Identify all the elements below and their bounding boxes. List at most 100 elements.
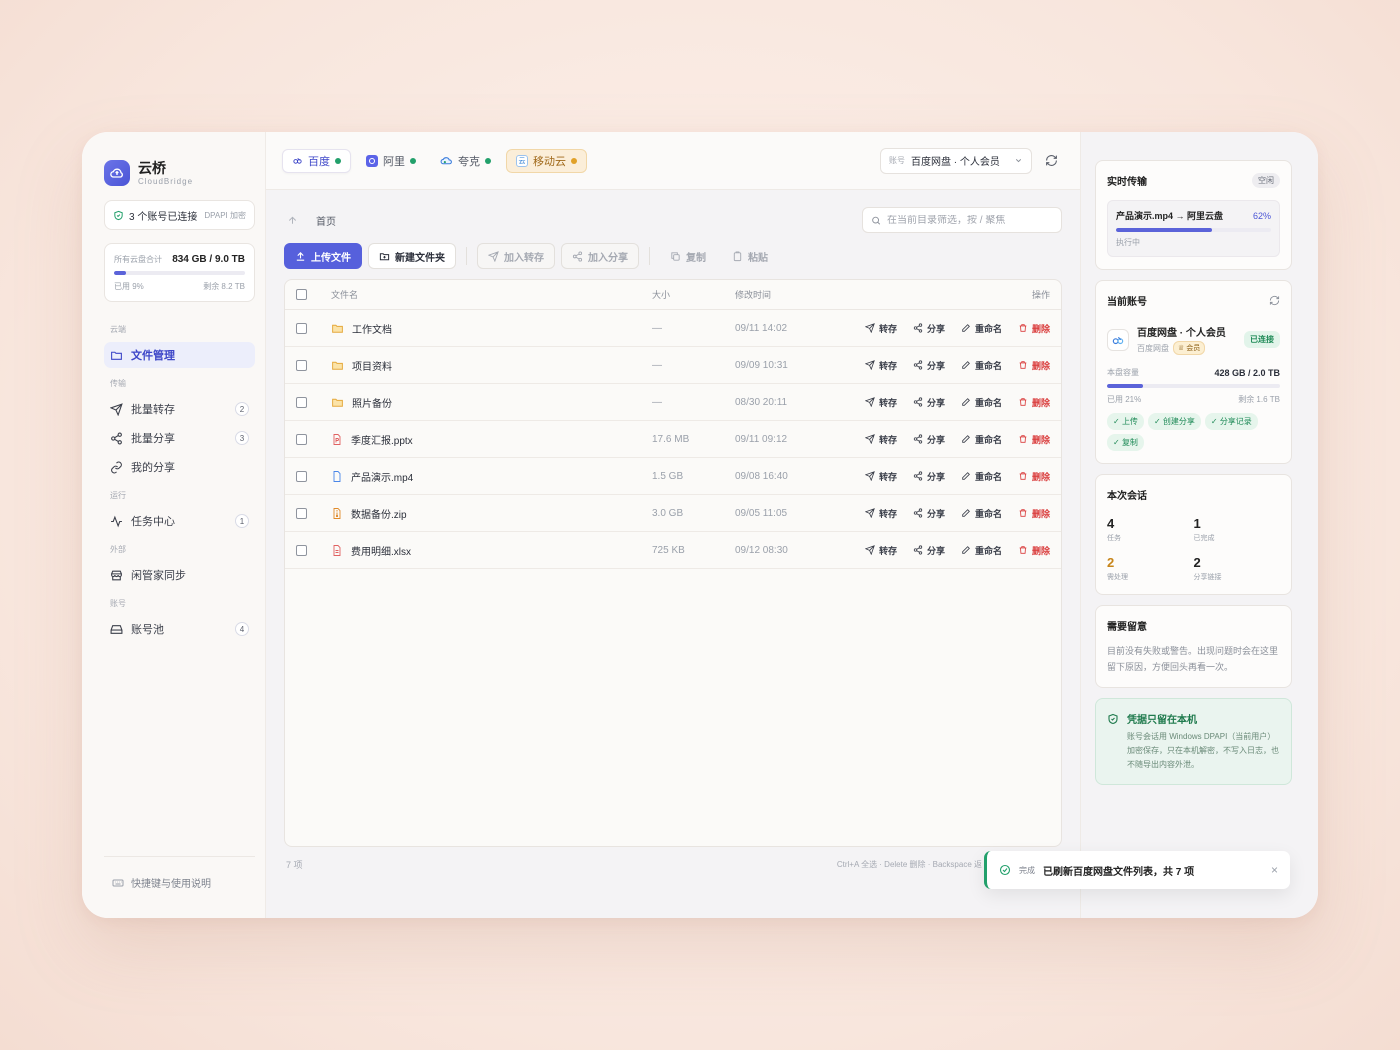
share-button[interactable]: 分享: [913, 544, 945, 557]
save-button[interactable]: 转存: [864, 396, 897, 409]
connection-status: 3 个账号已连接 DPAPI 加密: [104, 200, 255, 230]
table-row[interactable]: 费用明细.xlsx 725 KB 09/12 08:30 转存 分享 重命名 删除: [285, 532, 1061, 569]
header-ops: 操作: [1031, 290, 1050, 300]
account-select[interactable]: 账号 百度网盘 · 个人会员: [880, 147, 1032, 174]
delete-button[interactable]: 删除: [1018, 544, 1050, 557]
up-directory-button[interactable]: [284, 215, 300, 226]
file-name[interactable]: 项目资料: [352, 358, 392, 373]
file-name[interactable]: 工作文档: [352, 321, 392, 336]
share-button[interactable]: 分享: [913, 322, 945, 335]
share-button[interactable]: 分享: [913, 470, 945, 483]
shortcuts-help-link[interactable]: 快捷键与使用说明: [104, 856, 255, 890]
aliyun-icon: [366, 154, 378, 167]
save-button[interactable]: 转存: [864, 359, 897, 372]
save-label: 转存: [878, 471, 897, 482]
select-all-checkbox[interactable]: [296, 289, 307, 300]
capability-chip: ✓ 创建分享: [1147, 413, 1201, 430]
paste-button[interactable]: 粘贴: [722, 243, 778, 269]
transfer-state: 执行中: [1116, 238, 1140, 247]
share-label: 分享: [926, 360, 945, 371]
encryption-tag: DPAPI 加密: [204, 210, 246, 220]
capability-chips: ✓ 上传 ✓ 创建分享 ✓ 分享记录 ✓ 复制: [1107, 413, 1280, 451]
save-button[interactable]: 转存: [864, 433, 897, 446]
nav-item-xianguanjia-sync[interactable]: 闲管家同步: [104, 562, 255, 588]
storage-remain: 剩余 8.2 TB: [203, 282, 245, 291]
row-checkbox[interactable]: [296, 359, 307, 371]
rename-button[interactable]: 重命名: [961, 507, 1002, 520]
save-button[interactable]: 转存: [864, 470, 897, 483]
tab-baidu[interactable]: 百度: [282, 148, 351, 173]
table-row[interactable]: 季度汇报.pptx 17.6 MB 09/11 09:12 转存 分享 重命名 删除: [285, 421, 1061, 458]
header-size[interactable]: 大小: [652, 288, 735, 301]
nav-item-batch-save[interactable]: 批量转存 2: [104, 396, 255, 422]
add-to-share-button[interactable]: 加入分享: [561, 243, 639, 269]
file-name[interactable]: 数据备份.zip: [351, 506, 407, 521]
nav-item-file-management[interactable]: 文件管理: [104, 342, 255, 368]
tab-label: 移动云: [533, 155, 566, 168]
row-checkbox[interactable]: [296, 322, 307, 334]
nav-item-task-center[interactable]: 任务中心 1: [104, 508, 255, 534]
file-name[interactable]: 产品演示.mp4: [351, 469, 413, 484]
save-button[interactable]: 转存: [864, 507, 897, 520]
session-title: 本次会话: [1107, 491, 1147, 502]
save-label: 转存: [878, 397, 897, 408]
share-button[interactable]: 分享: [913, 359, 945, 372]
new-folder-button[interactable]: 新建文件夹: [368, 243, 456, 269]
folder-icon: [331, 359, 344, 372]
rename-button[interactable]: 重命名: [961, 433, 1002, 446]
delete-icon: [1018, 434, 1028, 444]
search-input[interactable]: [887, 214, 1053, 226]
header-name[interactable]: 文件名: [331, 288, 652, 301]
row-checkbox[interactable]: [296, 507, 307, 519]
add-to-save-button[interactable]: 加入转存: [477, 243, 555, 269]
row-checkbox[interactable]: [296, 470, 307, 482]
toast-close-button[interactable]: ×: [1271, 863, 1278, 877]
table-row[interactable]: 数据备份.zip 3.0 GB 09/05 11:05 转存 分享 重命名 删除: [285, 495, 1061, 532]
nav-item-batch-share[interactable]: 批量分享 3: [104, 425, 255, 451]
tab-aliyun[interactable]: 阿里: [357, 149, 425, 173]
rename-button[interactable]: 重命名: [961, 470, 1002, 483]
delete-button[interactable]: 删除: [1018, 322, 1050, 335]
table-row[interactable]: 项目资料 — 09/09 10:31 转存 分享 重命名 删除: [285, 347, 1061, 384]
share-button[interactable]: 分享: [913, 396, 945, 409]
delete-button[interactable]: 删除: [1018, 470, 1050, 483]
share-button[interactable]: 分享: [913, 433, 945, 446]
save-button[interactable]: 转存: [864, 544, 897, 557]
row-checkbox[interactable]: [296, 396, 307, 408]
copy-button[interactable]: 复制: [660, 243, 716, 269]
nav-item-my-share[interactable]: 我的分享: [104, 454, 255, 480]
row-checkbox[interactable]: [296, 433, 307, 445]
share-button[interactable]: 分享: [913, 507, 945, 520]
table-body: 工作文档 —09/11 14:02 转存 分享 重命名 删除 项目资料 —09/09 10:3…: [285, 310, 1061, 569]
save-label: 转存: [878, 545, 897, 556]
tab-quark[interactable]: 夸克: [431, 149, 500, 173]
table-row[interactable]: 产品演示.mp4 1.5 GB 09/08 16:40 转存 分享 重命名 删除: [285, 458, 1061, 495]
rename-button[interactable]: 重命名: [961, 396, 1002, 409]
tab-mobile-cloud[interactable]: 云 移动云: [506, 148, 587, 173]
table-header: 文件名 大小 修改时间 操作: [285, 280, 1061, 310]
header-time[interactable]: 修改时间: [735, 288, 845, 301]
table-row[interactable]: 工作文档 — 09/11 14:02 转存 分享 重命名 删除: [285, 310, 1061, 347]
rename-button[interactable]: 重命名: [961, 322, 1002, 335]
table-row[interactable]: 照片备份 — 08/30 20:11 转存 分享 重命名 删除: [285, 384, 1061, 421]
file-name[interactable]: 费用明细.xlsx: [351, 543, 411, 558]
refresh-icon[interactable]: [1269, 295, 1280, 306]
rename-button[interactable]: 重命名: [961, 544, 1002, 557]
refresh-button[interactable]: [1038, 148, 1064, 174]
file-name[interactable]: 季度汇报.pptx: [351, 432, 413, 447]
nav-item-account-pool[interactable]: 账号池 4: [104, 616, 255, 642]
rename-button[interactable]: 重命名: [961, 359, 1002, 372]
delete-button[interactable]: 删除: [1018, 396, 1050, 409]
breadcrumb[interactable]: 首页: [316, 213, 336, 228]
file-name[interactable]: 照片备份: [352, 395, 392, 410]
share-icon: [913, 508, 923, 518]
delete-button[interactable]: 删除: [1018, 359, 1050, 372]
delete-button[interactable]: 删除: [1018, 507, 1050, 520]
search-box[interactable]: [862, 207, 1062, 233]
delete-button[interactable]: 删除: [1018, 433, 1050, 446]
upload-button[interactable]: 上传文件: [284, 243, 362, 269]
baidu-cloud-icon: [1107, 328, 1129, 351]
row-checkbox[interactable]: [296, 544, 307, 556]
save-button[interactable]: 转存: [864, 322, 897, 335]
share-icon: [913, 471, 923, 481]
